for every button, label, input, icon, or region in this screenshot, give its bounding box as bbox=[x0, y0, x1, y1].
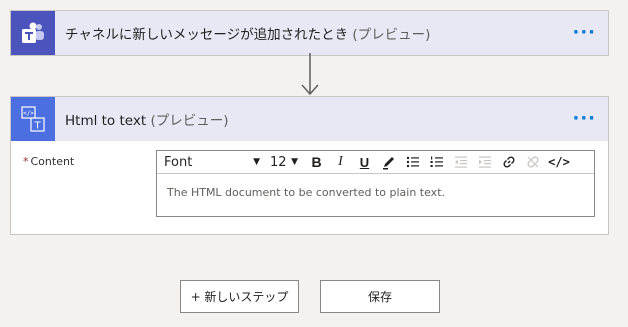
action-card-body: * Content Font ▼ 12 ▼ B I U </> The HTML… bbox=[11, 141, 608, 235]
underline-button[interactable]: U bbox=[355, 153, 374, 172]
content-field-label: * Content bbox=[23, 155, 74, 168]
editor-toolbar: Font ▼ 12 ▼ B I U </> bbox=[157, 151, 594, 174]
trigger-more-menu[interactable]: ··· bbox=[572, 24, 596, 42]
save-button[interactable]: 保存 bbox=[320, 280, 440, 313]
bold-button[interactable]: B bbox=[307, 153, 326, 172]
caret-down-icon: ▼ bbox=[253, 157, 260, 167]
code-view-button[interactable]: </> bbox=[547, 153, 571, 172]
action-card-header[interactable]: </> T Html to text (プレビュー) ··· bbox=[11, 97, 608, 141]
content-label-text: Content bbox=[30, 155, 75, 168]
arrow-down-icon bbox=[301, 53, 319, 96]
action-card[interactable]: </> T Html to text (プレビュー) ··· * Content … bbox=[10, 96, 609, 235]
increase-indent-icon[interactable] bbox=[475, 153, 494, 172]
svg-text:</>: </> bbox=[23, 110, 34, 117]
font-family-value: Font bbox=[164, 154, 193, 170]
trigger-card[interactable]: チャネルに新しいメッセージが追加されたとき (プレビュー) ··· bbox=[10, 10, 609, 56]
trigger-preview-tag: (プレビュー) bbox=[352, 27, 431, 43]
action-title-text: Html to text bbox=[65, 113, 147, 129]
font-size-value: 12 bbox=[270, 154, 287, 170]
svg-text:T: T bbox=[33, 121, 41, 132]
action-preview-tag: (プレビュー) bbox=[150, 113, 229, 129]
italic-button[interactable]: I bbox=[331, 153, 350, 172]
bullet-list-icon[interactable] bbox=[403, 153, 422, 172]
html-to-text-icon: </> T bbox=[11, 97, 55, 141]
trigger-title-text: チャネルに新しいメッセージが追加されたとき bbox=[65, 27, 349, 43]
action-title: Html to text (プレビュー) bbox=[65, 109, 228, 129]
caret-down-icon: ▼ bbox=[291, 157, 298, 167]
required-marker: * bbox=[23, 155, 29, 168]
action-more-menu[interactable]: ··· bbox=[572, 110, 596, 128]
unlink-icon[interactable] bbox=[523, 153, 542, 172]
trigger-card-header[interactable]: チャネルに新しいメッセージが追加されたとき (プレビュー) ··· bbox=[11, 11, 608, 55]
teams-icon bbox=[11, 11, 55, 55]
decrease-indent-icon[interactable] bbox=[451, 153, 470, 172]
trigger-title: チャネルに新しいメッセージが追加されたとき (プレビュー) bbox=[65, 23, 430, 43]
highlight-pen-icon[interactable] bbox=[379, 153, 398, 172]
link-icon[interactable] bbox=[499, 153, 518, 172]
font-size-dropdown[interactable]: 12 ▼ bbox=[270, 152, 302, 172]
font-family-dropdown[interactable]: Font ▼ bbox=[164, 152, 264, 172]
content-placeholder[interactable]: The HTML document to be converted to pla… bbox=[157, 174, 594, 211]
numbered-list-icon[interactable] bbox=[427, 153, 446, 172]
content-rich-text-editor[interactable]: Font ▼ 12 ▼ B I U </> The HTML document … bbox=[156, 150, 595, 217]
new-step-button[interactable]: + 新しいステップ bbox=[180, 280, 299, 313]
